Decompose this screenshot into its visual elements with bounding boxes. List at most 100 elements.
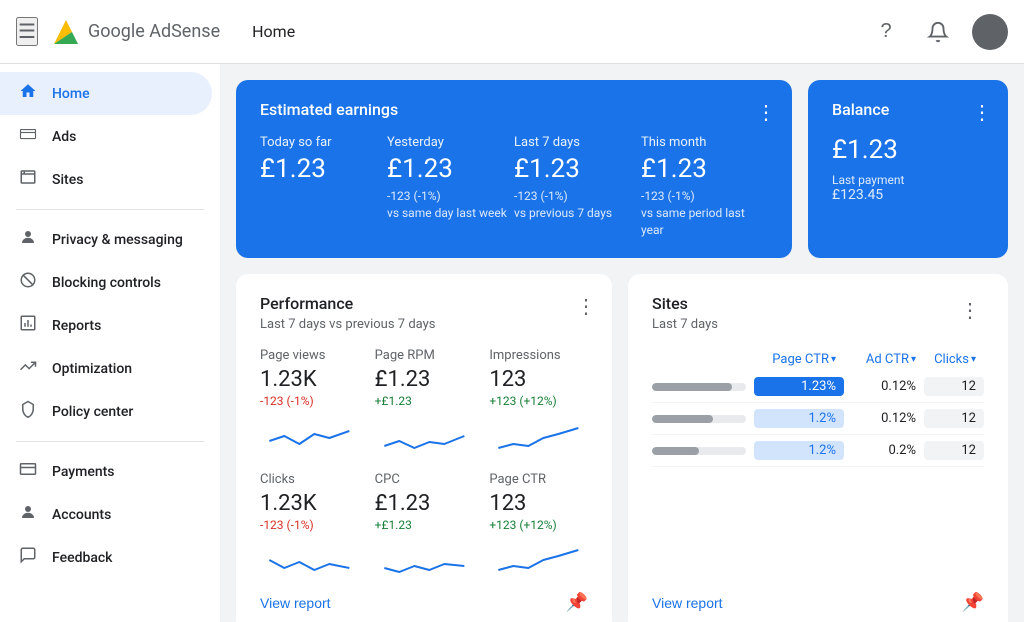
sites-footer: View report 📌 (652, 580, 984, 613)
metric-sub-7days: -123 (-1%)vs previous 7 days (514, 188, 641, 222)
metric-change-pagectr: +123 (+12%) (489, 518, 588, 532)
metric-label-cpc: CPC (375, 472, 474, 487)
metric-value-pagectr: 123 (489, 491, 588, 516)
sidebar-label-feedback: Feedback (52, 550, 112, 566)
sites-row-1: 1.23% 0.12% 12 (652, 371, 984, 403)
performance-pin-icon[interactable]: 📌 (566, 592, 588, 613)
sites-row-3: 1.2% 0.2% 12 (652, 435, 984, 467)
earnings-card: ⋮ Estimated earnings Today so far £1.23 … (236, 80, 792, 258)
sites-icon (16, 168, 40, 191)
earnings-title: Estimated earnings (260, 100, 768, 119)
sidebar-label-optimization: Optimization (52, 361, 132, 377)
site-clicks-1: 12 (924, 377, 984, 396)
earnings-metric-7days: Last 7 days £1.23 -123 (-1%)vs previous … (514, 135, 641, 238)
clicks-dropdown-arrow: ▾ (971, 354, 976, 365)
main-content: ⋮ Estimated earnings Today so far £1.23 … (220, 64, 1024, 622)
balance-sub-value: £123.45 (832, 187, 984, 203)
help-button[interactable]: ? (868, 14, 904, 50)
site-clicks-2: 12 (924, 409, 984, 428)
metric-value-today: £1.23 (260, 154, 387, 184)
site-clicks-3: 12 (924, 441, 984, 460)
privacy-icon (16, 228, 40, 251)
metric-label-month: This month (641, 135, 768, 150)
sidebar-item-optimization[interactable]: Optimization (0, 347, 212, 390)
sidebar-item-ads[interactable]: Ads (0, 115, 212, 158)
sites-view-report-button[interactable]: View report (652, 595, 723, 611)
metric-value-impressions: 123 (489, 367, 588, 392)
sites-col-header-adctr[interactable]: Ad CTR ▾ (844, 352, 924, 367)
menu-icon[interactable]: ☰ (16, 17, 38, 46)
sites-col-label-pagectr: Page CTR (772, 352, 829, 367)
balance-title: Balance (832, 100, 984, 119)
earnings-metric-month: This month £1.23 -123 (-1%)vs same perio… (641, 135, 768, 238)
sites-col-header-pagectr[interactable]: Page CTR ▾ (754, 352, 844, 367)
metric-label-today: Today so far (260, 135, 387, 150)
metric-label-clicks: Clicks (260, 472, 359, 487)
account-button[interactable] (972, 14, 1008, 50)
topbar: ☰ Google AdSense Home ? (0, 0, 1024, 64)
site-bar-1 (652, 383, 754, 391)
sites-menu-button[interactable]: ⋮ (956, 294, 984, 327)
sidebar-label-blocking: Blocking controls (52, 275, 161, 291)
sidebar-item-privacy[interactable]: Privacy & messaging (0, 218, 212, 261)
sidebar-item-payments[interactable]: Payments (0, 450, 212, 493)
pagectr-dropdown-arrow: ▾ (831, 354, 836, 365)
logo: Google AdSense (50, 16, 220, 48)
site-pagectr-3: 1.2% (754, 441, 844, 460)
metric-cpc: CPC £1.23 +£1.23 (375, 472, 474, 580)
performance-view-report-button[interactable]: View report (260, 595, 331, 611)
sites-col-label-clicks: Clicks (934, 352, 969, 367)
earnings-metric-yesterday: Yesterday £1.23 -123 (-1%)vs same day la… (387, 135, 514, 238)
sidebar-item-reports[interactable]: Reports (0, 304, 212, 347)
site-pagectr-1: 1.23% (754, 377, 844, 396)
metric-value-cpc: £1.23 (375, 491, 474, 516)
home-icon (16, 82, 40, 105)
sites-title: Sites (652, 294, 718, 313)
payments-icon (16, 460, 40, 483)
balance-sub-label: Last payment (832, 173, 984, 187)
metric-clicks: Clicks 1.23K -123 (-1%) (260, 472, 359, 580)
reports-icon (16, 314, 40, 337)
metric-pagectr: Page CTR 123 +123 (+12%) (489, 472, 588, 580)
adctr-dropdown-arrow: ▾ (911, 354, 916, 365)
earnings-metric-today: Today so far £1.23 (260, 135, 387, 238)
metric-sub-month: -123 (-1%)vs same period last year (641, 188, 768, 238)
sites-col-header-clicks[interactable]: Clicks ▾ (924, 352, 984, 367)
balance-value: £1.23 (832, 135, 984, 165)
sidebar-item-home[interactable]: Home (0, 72, 212, 115)
metric-chart-impressions (489, 416, 588, 456)
performance-subtitle: Last 7 days vs previous 7 days (260, 317, 588, 332)
sites-title-group: Sites Last 7 days (652, 294, 718, 348)
metric-pageviews: Page views 1.23K -123 (-1%) (260, 348, 359, 456)
metric-chart-clicks (260, 540, 359, 580)
metric-pagerpm: Page RPM £1.23 +£1.23 (375, 348, 474, 456)
logo-text: Google AdSense (88, 21, 220, 42)
earnings-row: ⋮ Estimated earnings Today so far £1.23 … (236, 80, 1008, 258)
optimization-icon (16, 357, 40, 380)
metric-label-pagectr: Page CTR (489, 472, 588, 487)
sidebar-item-feedback[interactable]: Feedback (0, 536, 212, 579)
performance-footer: View report 📌 (260, 580, 588, 613)
metric-sub-yesterday: -123 (-1%)vs same day last week (387, 188, 514, 222)
site-adctr-3: 0.2% (844, 443, 924, 458)
app-body: Home Ads Sites Privacy & messaging Bloc (0, 64, 1024, 622)
metric-chart-cpc (375, 540, 474, 580)
earnings-menu-button[interactable]: ⋮ (752, 96, 780, 129)
sites-pin-icon[interactable]: 📌 (962, 592, 984, 613)
sidebar-label-policy: Policy center (52, 404, 133, 420)
sidebar-item-policy[interactable]: Policy center (0, 390, 212, 433)
sites-card: Sites Last 7 days ⋮ Page CTR ▾ Ad CTR ▾ (628, 274, 1008, 622)
sidebar-item-accounts[interactable]: Accounts (0, 493, 212, 536)
performance-metrics-grid: Page views 1.23K -123 (-1%) Page RPM £1.… (260, 348, 588, 580)
metric-label-7days: Last 7 days (514, 135, 641, 150)
sidebar-item-blocking[interactable]: Blocking controls (0, 261, 212, 304)
sidebar-divider-2 (16, 441, 204, 442)
notifications-button[interactable] (920, 14, 956, 50)
sidebar-label-accounts: Accounts (52, 507, 111, 523)
sidebar-item-sites[interactable]: Sites (0, 158, 212, 201)
sidebar-divider-1 (16, 209, 204, 210)
performance-menu-button[interactable]: ⋮ (572, 290, 600, 323)
metric-value-month: £1.23 (641, 154, 768, 184)
balance-menu-button[interactable]: ⋮ (968, 96, 996, 129)
metric-chart-pagerpm (375, 416, 474, 456)
